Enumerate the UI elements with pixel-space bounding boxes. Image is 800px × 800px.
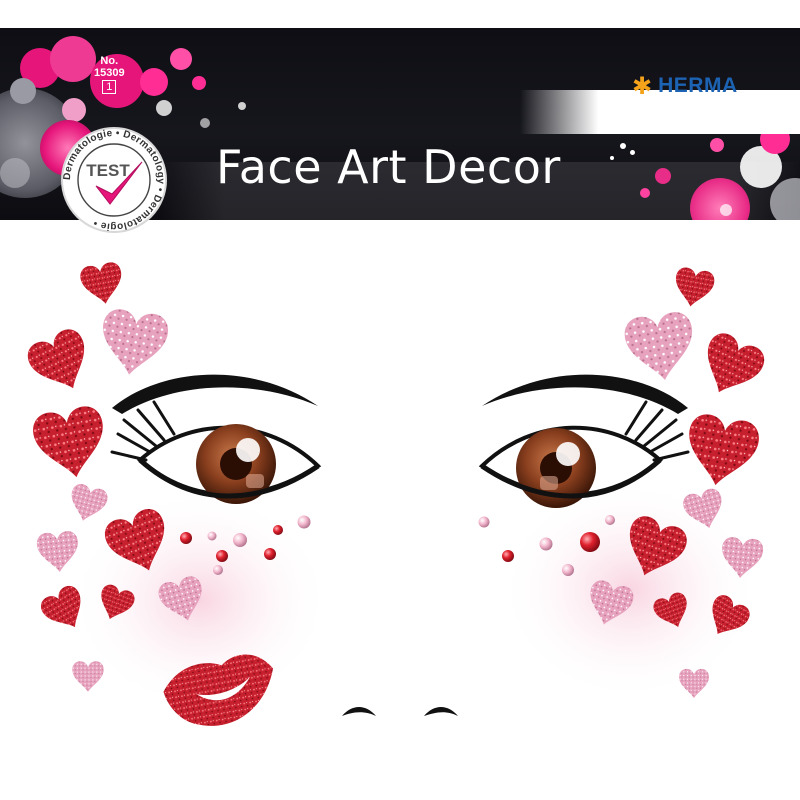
nose-right [424, 707, 458, 716]
bokeh-dot [62, 98, 86, 122]
bokeh-dot [620, 143, 626, 149]
product-number-value: 15309 [94, 67, 125, 79]
brand-name: HERMA [658, 74, 738, 97]
product-quantity: 1 [102, 80, 117, 94]
eyebrow-left [112, 374, 318, 414]
page-title: Face Art Decor [216, 140, 561, 194]
bokeh-dot [710, 138, 724, 152]
bokeh-dot [156, 100, 172, 116]
bokeh-dot [192, 76, 206, 90]
product-number: No. 15309 1 [94, 55, 125, 94]
herma-star-icon: ✱ [632, 72, 653, 100]
product-number-label: No. [100, 55, 119, 67]
eyebrow-right [482, 374, 688, 414]
bokeh-dot [238, 102, 246, 110]
bokeh-dot [200, 118, 210, 128]
eye-left [110, 374, 322, 504]
bokeh-dot [10, 78, 36, 104]
face-art-illustration [23, 260, 769, 726]
bokeh-dot [140, 68, 168, 96]
bokeh-dot [610, 156, 614, 160]
bokeh-dot [630, 150, 635, 155]
bokeh-dot [170, 48, 192, 70]
nose-left [342, 707, 376, 716]
seal-test-text: TEST [86, 161, 130, 180]
herma-logo: ✱ HERMA [632, 72, 738, 100]
bokeh-dot [0, 158, 30, 188]
bokeh-dot [50, 36, 96, 82]
